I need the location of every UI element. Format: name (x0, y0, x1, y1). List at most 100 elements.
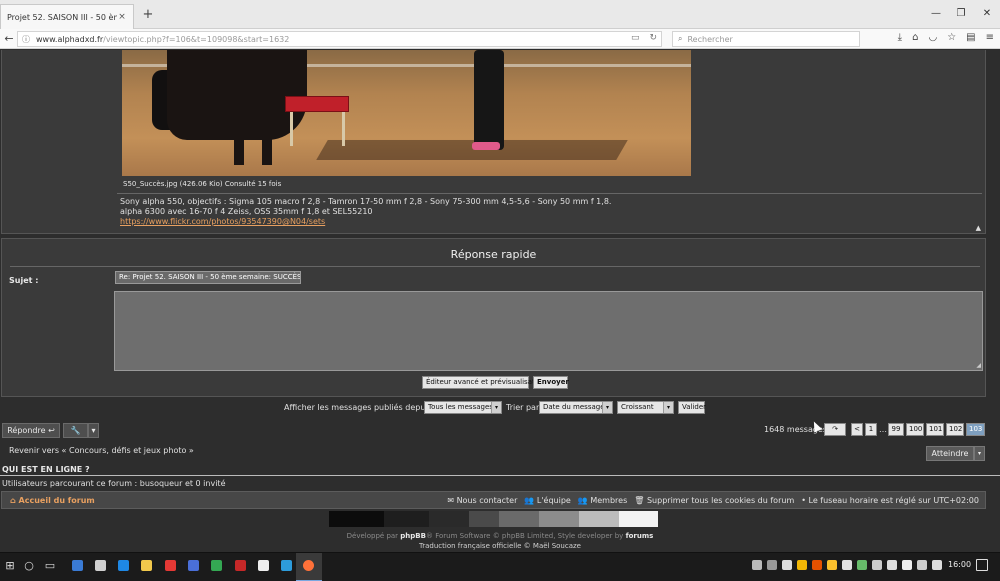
back-to-top-icon[interactable]: ▲ (976, 224, 981, 232)
tray-icon[interactable] (842, 560, 852, 570)
footer-link-contact[interactable]: ✉ Nous contacter (447, 496, 517, 505)
footer-link-team[interactable]: 👥 L'équipe (524, 496, 570, 505)
page-link[interactable]: 1 (865, 423, 877, 436)
advanced-editor-button[interactable]: Éditeur avancé et prévisualisation (422, 376, 545, 389)
browser-titlebar: Projet 52. SAISON III - 50 ème se × + — … (0, 0, 1000, 29)
windows-taskbar: ⊞ ○ ▭ 16:00 (0, 552, 1000, 581)
menu-icon[interactable]: ≡ (986, 32, 994, 43)
app-icon[interactable] (72, 560, 83, 571)
window-close-button[interactable]: ✕ (980, 7, 994, 21)
online-divider (0, 475, 1000, 476)
topic-tools-dropdown[interactable]: ▾ (88, 423, 99, 438)
page-link[interactable]: 101 (926, 423, 944, 436)
tray-icon[interactable] (902, 560, 912, 570)
download-icon[interactable]: ⤓ (898, 32, 902, 43)
tray-icon[interactable] (797, 560, 807, 570)
app-icon[interactable] (235, 560, 246, 571)
volume-icon[interactable] (932, 560, 942, 570)
sort-by-select[interactable]: Date du message ▾ (539, 401, 613, 414)
forum-content: S50_Succès.jpg (426.06 Kio) Consulté 15 … (0, 50, 1000, 552)
new-tab-button[interactable]: + (141, 7, 155, 23)
tray-icon[interactable] (752, 560, 762, 570)
strip-segment (384, 511, 429, 527)
reply-button[interactable]: Répondre ↩ (2, 423, 60, 438)
cortana-search-icon[interactable]: ○ (22, 559, 36, 573)
reader-view-icon[interactable]: ▭ (631, 33, 640, 43)
jump-to-button[interactable]: Atteindre (926, 446, 974, 461)
sort-order-select[interactable]: Croissant ▾ (617, 401, 674, 414)
home-icon[interactable]: ⌂ (912, 32, 918, 43)
firefox-taskbar-item[interactable] (296, 553, 322, 581)
page-link[interactable]: 100 (906, 423, 924, 436)
team-icon: 👥 (524, 496, 535, 505)
page-link[interactable]: 99 (888, 423, 904, 436)
footer-link-label: Supprimer tous les cookies du forum (646, 496, 795, 505)
site-info-icon[interactable]: ⓘ (22, 34, 30, 45)
bookmark-star-icon[interactable]: ☆ (947, 32, 956, 43)
calculator-icon[interactable] (258, 560, 269, 571)
footer-link-delete-cookies[interactable]: 🗑 Supprimer tous les cookies du forum (634, 496, 794, 505)
display-since-select[interactable]: Tous les messages ▾ (424, 401, 502, 414)
previous-page-button[interactable]: < (851, 423, 863, 436)
window-minimize-button[interactable]: — (929, 7, 943, 21)
resize-grip-icon[interactable]: ◢ (976, 362, 981, 369)
forum-home-link[interactable]: ⌂ Accueil du forum (10, 496, 95, 505)
tray-icon[interactable] (887, 560, 897, 570)
translation-credit: Traduction française officielle © Maël S… (419, 542, 581, 550)
reply-arrow-icon: ↩ (48, 426, 55, 435)
strip-segment (499, 511, 539, 527)
app-icon[interactable] (281, 560, 292, 571)
signature-flickr-link[interactable]: https://www.flickr.com/photos/93547390@N… (120, 217, 325, 226)
window-maximize-button[interactable]: ❐ (954, 7, 968, 21)
battery-icon[interactable] (917, 560, 927, 570)
jump-to-dropdown[interactable]: ▾ (974, 446, 985, 461)
page-link[interactable]: 102 (946, 423, 964, 436)
forum-home-label: Accueil du forum (18, 496, 95, 505)
url-bar[interactable]: ⓘ www.alphadxd.fr /viewtopic.php?f=106&t… (17, 31, 662, 47)
bullet-icon: • (801, 496, 806, 505)
envelope-icon: ✉ (447, 496, 455, 505)
topic-tools-button[interactable]: 🔧 (63, 423, 88, 438)
app-icon[interactable] (165, 560, 176, 571)
search-input[interactable]: ⌕ Rechercher (672, 31, 860, 47)
attachment-caption: S50_Succès.jpg (426.06 Kio) Consulté 15 … (123, 180, 282, 188)
back-to-forum-link[interactable]: Revenir vers « Concours, défis et jeux p… (9, 446, 194, 455)
browser-tab[interactable]: Projet 52. SAISON III - 50 ème se × (0, 4, 134, 29)
tray-icon[interactable] (827, 560, 837, 570)
reload-icon[interactable]: ↻ (649, 33, 657, 43)
send-button[interactable]: Envoyer (533, 376, 569, 389)
tray-icon[interactable] (872, 560, 882, 570)
style-author-link[interactable]: forums (626, 532, 654, 540)
search-placeholder: Rechercher (687, 34, 733, 44)
pocket-icon[interactable]: ◡ (928, 32, 937, 43)
sort-by-value: Date du message (543, 403, 605, 411)
windows-start-icon[interactable]: ⊞ (3, 559, 17, 573)
store-icon[interactable] (95, 560, 106, 571)
edge-icon[interactable] (118, 560, 129, 571)
taskbar-clock[interactable]: 16:00 (948, 560, 971, 569)
back-arrow-icon[interactable]: ← (2, 32, 16, 45)
tray-icon[interactable] (857, 560, 867, 570)
app-icon[interactable] (188, 560, 199, 571)
strip-segment (429, 511, 469, 527)
tray-icon[interactable] (767, 560, 777, 570)
url-host: www.alphadxd.fr (36, 34, 104, 44)
bookmarks-library-icon[interactable]: ▤ (966, 32, 975, 43)
sort-bar: Afficher les messages publiés depuis : T… (0, 401, 1000, 416)
phpbb-link[interactable]: phpBB (400, 532, 426, 540)
home-icon: ⌂ (10, 496, 16, 505)
tray-icon[interactable] (782, 560, 792, 570)
tab-close-icon[interactable]: × (117, 12, 127, 22)
footer-link-members[interactable]: 👥 Membres (578, 496, 627, 505)
chrome-icon[interactable] (211, 560, 222, 571)
file-explorer-icon[interactable] (141, 560, 152, 571)
subject-input[interactable]: Re: Projet 52. SAISON III - 50 ème semai… (115, 271, 301, 284)
task-view-icon[interactable]: ▭ (43, 559, 57, 573)
action-center-icon[interactable] (976, 559, 988, 571)
url-path: /viewtopic.php?f=106&t=109098&start=1632 (103, 34, 290, 44)
attached-photo[interactable] (122, 50, 691, 176)
tray-icon[interactable] (812, 560, 822, 570)
jump-to-page-button[interactable]: ↷ (824, 423, 846, 436)
submit-sort-button[interactable]: Valider (678, 401, 706, 414)
message-textarea[interactable]: ◢ (114, 291, 983, 371)
